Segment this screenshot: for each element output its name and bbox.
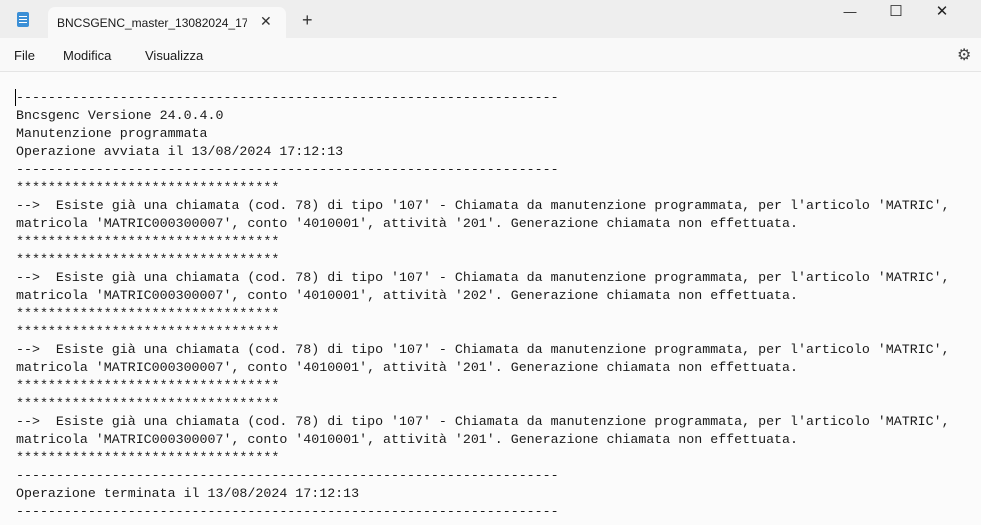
notepad-icon [17,12,29,27]
text-line: ********************************* [16,234,280,249]
text-line: --> Esiste già una chiamata (cod. 78) di… [16,198,950,213]
text-line: ********************************* [16,378,280,393]
text-line: matricola 'MATRIC000300007', conto '4010… [16,432,798,447]
text-line: ********************************* [16,324,280,339]
text-line: ********************************* [16,180,280,195]
text-line: ----------------------------------------… [16,504,559,519]
text-line: matricola 'MATRIC000300007', conto '4010… [16,360,798,375]
text-line: ----------------------------------------… [16,162,559,177]
document-text: ----------------------------------------… [16,89,950,521]
text-line: matricola 'MATRIC000300007', conto '4010… [16,288,798,303]
text-line: ********************************* [16,396,280,411]
close-window-button[interactable]: ✕ [919,0,965,26]
menu-file[interactable]: File [14,48,35,63]
text-line: ----------------------------------------… [16,90,559,105]
menu-visualizza[interactable]: Visualizza [145,48,203,63]
settings-gear-icon[interactable]: ⚙ [957,45,971,65]
text-line: ********************************* [16,252,280,267]
text-line: Operazione avviata il 13/08/2024 17:12:1… [16,144,344,159]
text-line: --> Esiste già una chiamata (cod. 78) di… [16,342,950,357]
text-line: ********************************* [16,450,280,465]
text-line: ----------------------------------------… [16,468,559,483]
text-line: --> Esiste già una chiamata (cod. 78) di… [16,270,950,285]
tab-title: BNCSGENC_master_13082024_1712 [57,16,247,30]
menu-modifica[interactable]: Modifica [63,48,111,63]
maximize-button[interactable]: ☐ [873,0,919,26]
menu-bar: File Modifica Visualizza ⚙ [0,38,981,72]
tab-close-icon[interactable]: ✕ [260,13,272,30]
title-bar: BNCSGENC_master_13082024_1712 ✕ + — ☐ ✕ [0,0,981,38]
text-line: Operazione terminata il 13/08/2024 17:12… [16,486,360,501]
text-line: --> Esiste già una chiamata (cod. 78) di… [16,414,950,429]
text-editor[interactable]: ----------------------------------------… [0,72,981,525]
minimize-button[interactable]: — [827,0,873,26]
text-line: Manutenzione programmata [16,126,208,141]
text-line: Bncsgenc Versione 24.0.4.0 [16,108,224,123]
new-tab-button[interactable]: + [302,11,313,29]
document-tab[interactable]: BNCSGENC_master_13082024_1712 ✕ [48,7,286,38]
text-line: matricola 'MATRIC000300007', conto '4010… [16,216,798,231]
text-line: ********************************* [16,306,280,321]
